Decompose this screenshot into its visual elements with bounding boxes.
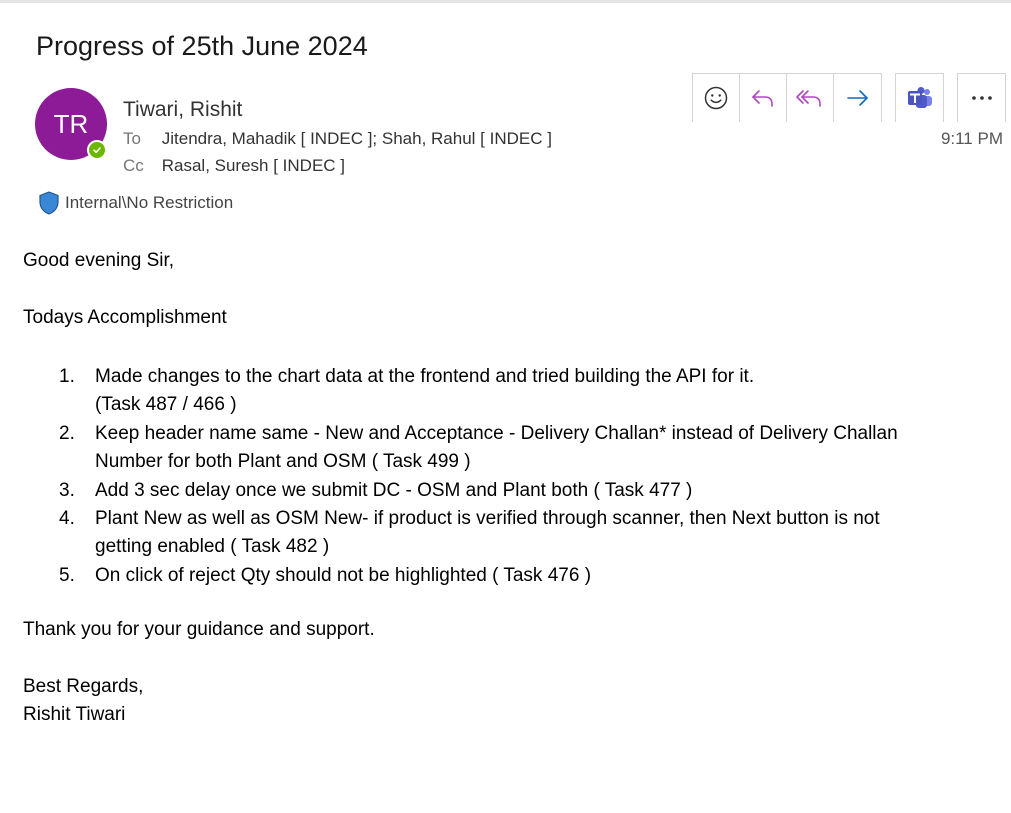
list-item: 1. Made changes to the chart data at the… xyxy=(23,363,953,420)
list-item: 3. Add 3 sec delay once we submit DC - O… xyxy=(23,477,953,505)
shield-icon xyxy=(39,191,59,215)
list-item: 5. On click of reject Qty should not be … xyxy=(23,562,953,590)
presence-available-icon xyxy=(87,140,107,160)
email-subject: Progress of 25th June 2024 xyxy=(36,31,368,61)
list-number: 5. xyxy=(59,564,75,586)
closing-regards: Best Regards, xyxy=(23,676,144,697)
list-number: 3. xyxy=(59,479,75,501)
list-number: 2. xyxy=(59,422,75,444)
forward-button[interactable] xyxy=(834,74,881,122)
list-item: 4. Plant New as well as OSM New- if prod… xyxy=(23,505,953,562)
sent-time: 9:11 PM xyxy=(940,129,1003,148)
forward-icon xyxy=(846,90,868,106)
list-number: 4. xyxy=(59,508,75,530)
cc-label: Cc xyxy=(123,156,144,175)
reply-icon xyxy=(752,90,773,107)
react-button[interactable] xyxy=(693,74,740,122)
cc-row: Cc Rasal, Suresh [ INDEC ] xyxy=(123,156,345,176)
cc-recipients[interactable]: Rasal, Suresh [ INDEC ] xyxy=(162,156,345,175)
more-actions-button[interactable] xyxy=(958,74,1005,122)
list-item-line: On click of reject Qty should not be hig… xyxy=(95,564,592,586)
message-action-toolbar xyxy=(692,73,1006,122)
teams-group xyxy=(895,73,944,122)
reply-all-icon xyxy=(796,90,821,107)
list-item-line: Keep header name same - New and Acceptan… xyxy=(95,422,898,444)
list-item-line: Number for both Plant and OSM ( Task 499… xyxy=(95,451,471,473)
list-item-line: Made changes to the chart data at the fr… xyxy=(95,366,755,387)
sensitivity-text: Internal\No Restriction xyxy=(65,193,234,212)
to-row: To Jitendra, Mahadik [ INDEC ]; Shah, Ra… xyxy=(123,129,552,149)
more-group xyxy=(957,73,1006,122)
top-divider xyxy=(0,0,1011,3)
list-number: 1. xyxy=(59,366,75,387)
list-item: 2. Keep header name same - New and Accep… xyxy=(23,420,953,477)
accomplishment-list: 1. Made changes to the chart data at the… xyxy=(23,363,953,590)
list-item-line: getting enabled ( Task 482 ) xyxy=(95,536,330,558)
more-icon xyxy=(971,96,992,100)
smiley-icon xyxy=(704,86,728,110)
reply-all-button[interactable] xyxy=(787,74,834,122)
reply-actions-group xyxy=(692,73,882,122)
teams-icon xyxy=(907,87,932,108)
list-item-line: (Task 487 / 466 ) xyxy=(95,394,237,416)
closing-thanks: Thank you for your guidance and support. xyxy=(23,619,375,640)
greeting: Good evening Sir, xyxy=(23,250,175,271)
signature: Rishit Tiwari xyxy=(23,704,126,725)
avatar-initials: TR xyxy=(53,108,89,139)
sensitivity-label[interactable]: Internal\No Restriction xyxy=(37,190,233,216)
list-item-line: Plant New as well as OSM New- if product… xyxy=(95,508,880,530)
accomplishment-heading: Todays Accomplishment xyxy=(23,307,227,328)
reply-button[interactable] xyxy=(740,74,787,122)
list-item-line: Add 3 sec delay once we submit DC - OSM … xyxy=(95,479,693,501)
sender-name[interactable]: Tiwari, Rishit xyxy=(123,98,242,122)
to-recipients[interactable]: Jitendra, Mahadik [ INDEC ]; Shah, Rahul… xyxy=(162,129,552,148)
share-to-teams-button[interactable] xyxy=(896,74,943,122)
to-label: To xyxy=(123,129,141,148)
